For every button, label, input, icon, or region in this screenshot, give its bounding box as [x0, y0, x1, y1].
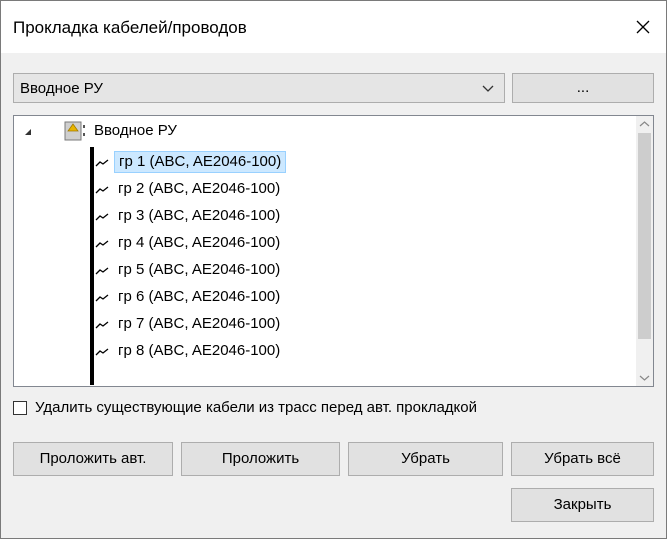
cable-icon: [95, 267, 109, 275]
scroll-down-icon[interactable]: [636, 369, 653, 386]
cable-icon: [95, 321, 109, 329]
browse-button[interactable]: ...: [512, 73, 654, 103]
title-bar: Прокладка кабелей/проводов: [1, 1, 666, 53]
tree-item-3[interactable]: гр 3 (ABC, AE2046-100): [14, 204, 634, 228]
scroll-thumb[interactable]: [638, 133, 651, 339]
dialog-window: Прокладка кабелей/проводов Вводное РУ ..…: [0, 0, 667, 539]
delete-existing-checkbox[interactable]: [13, 401, 27, 415]
panel-select[interactable]: Вводное РУ: [13, 73, 505, 103]
tree-item-4[interactable]: гр 4 (ABC, AE2046-100): [14, 231, 634, 255]
cable-icon: [95, 240, 109, 248]
switchboard-icon: [64, 121, 85, 141]
tree-scrollbar[interactable]: [636, 116, 653, 386]
tree-item-2[interactable]: гр 2 (ABC, AE2046-100): [14, 177, 634, 201]
scroll-up-icon[interactable]: [636, 116, 653, 133]
tree-item-label: гр 6 (ABC, AE2046-100): [118, 288, 281, 305]
auto-lay-button[interactable]: Проложить авт.: [13, 442, 173, 476]
tree-item-1[interactable]: гр 1 (ABC, AE2046-100): [14, 150, 634, 174]
tree-item-label: гр 8 (ABC, AE2046-100): [118, 342, 281, 359]
tree-item-label: гр 7 (ABC, AE2046-100): [118, 315, 281, 332]
window-title: Прокладка кабелей/проводов: [13, 18, 247, 37]
tree-item-label: гр 4 (ABC, AE2046-100): [118, 234, 281, 251]
tree-item-5[interactable]: гр 5 (ABC, AE2046-100): [14, 258, 634, 282]
close-button[interactable]: Закрыть: [511, 488, 654, 522]
cable-tree[interactable]: Вводное РУ гр 1 (ABC, AE2046-100) гр 2 (…: [13, 115, 654, 387]
tree-item-label: гр 2 (ABC, AE2046-100): [118, 180, 281, 197]
cable-icon: [95, 348, 109, 356]
remove-button[interactable]: Убрать: [348, 442, 503, 476]
tree-item-label: гр 5 (ABC, AE2046-100): [118, 261, 281, 278]
cable-icon: [95, 186, 109, 194]
remove-all-button[interactable]: Убрать всё: [511, 442, 654, 476]
close-icon[interactable]: [620, 1, 666, 53]
cable-icon: [95, 159, 109, 167]
tree-item-label: гр 3 (ABC, AE2046-100): [118, 207, 281, 224]
tree-item-6[interactable]: гр 6 (ABC, AE2046-100): [14, 285, 634, 309]
delete-existing-label: Удалить существующие кабели из трасс пер…: [35, 399, 477, 416]
chevron-down-icon: [482, 85, 494, 92]
cable-icon: [95, 294, 109, 302]
triangle-expanded-icon[interactable]: [24, 128, 32, 136]
tree-item-label: гр 1 (ABC, AE2046-100): [114, 151, 287, 173]
tree-root[interactable]: Вводное РУ: [14, 120, 634, 144]
tree-item-7[interactable]: гр 7 (ABC, AE2046-100): [14, 312, 634, 336]
tree-item-8[interactable]: гр 8 (ABC, AE2046-100): [14, 339, 634, 363]
cable-icon: [95, 213, 109, 221]
tree-root-label: Вводное РУ: [94, 122, 177, 139]
panel-select-value: Вводное РУ: [20, 80, 103, 97]
lay-button[interactable]: Проложить: [181, 442, 340, 476]
